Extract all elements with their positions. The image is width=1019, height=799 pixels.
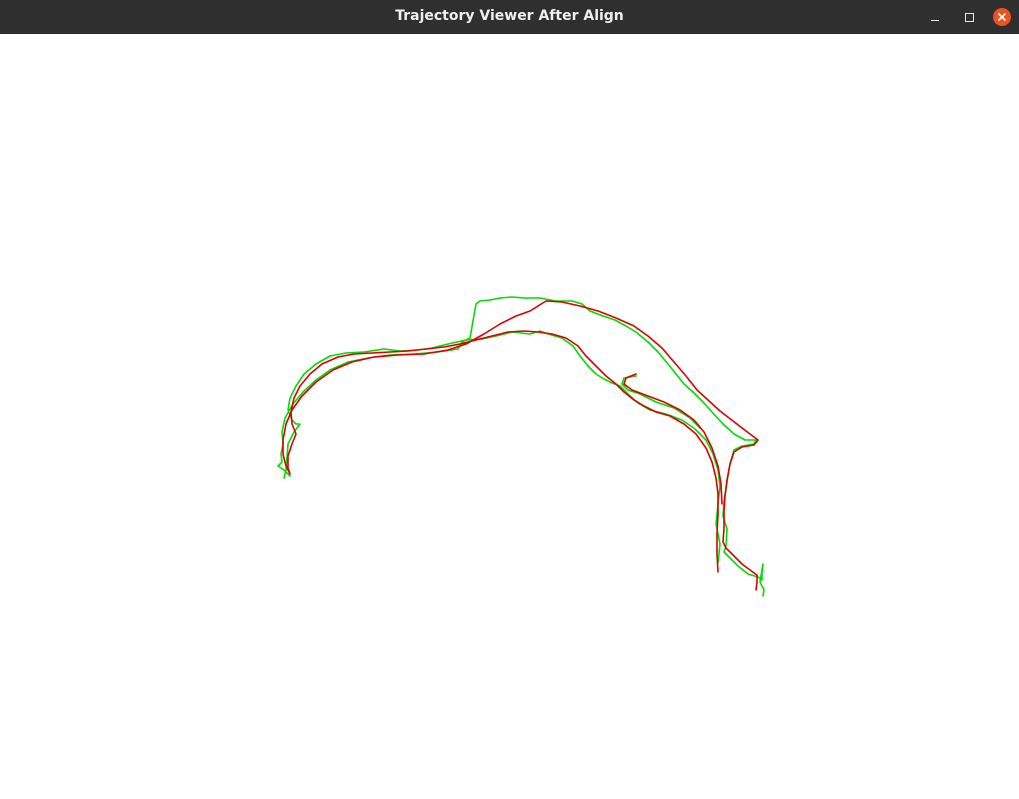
maximize-button[interactable] — [958, 6, 980, 28]
close-icon — [993, 8, 1011, 26]
trajectory-canvas[interactable] — [0, 34, 1019, 799]
window-title: Trajectory Viewer After Align — [395, 8, 624, 24]
trajectory-viewer-window: Trajectory Viewer After Align — [0, 0, 1019, 799]
red-trajectory — [282, 300, 759, 591]
maximize-icon — [964, 12, 974, 22]
red-trajectory-path — [282, 300, 759, 591]
title-bar[interactable]: Trajectory Viewer After Align — [0, 0, 1019, 34]
green-trajectory — [277, 296, 765, 597]
close-button[interactable] — [991, 6, 1013, 28]
green-trajectory-path — [277, 296, 765, 597]
minimize-button[interactable] — [924, 6, 946, 28]
trajectory-plot — [277, 296, 765, 597]
minimize-icon — [931, 19, 939, 21]
green-trajectory-loop — [621, 375, 701, 429]
